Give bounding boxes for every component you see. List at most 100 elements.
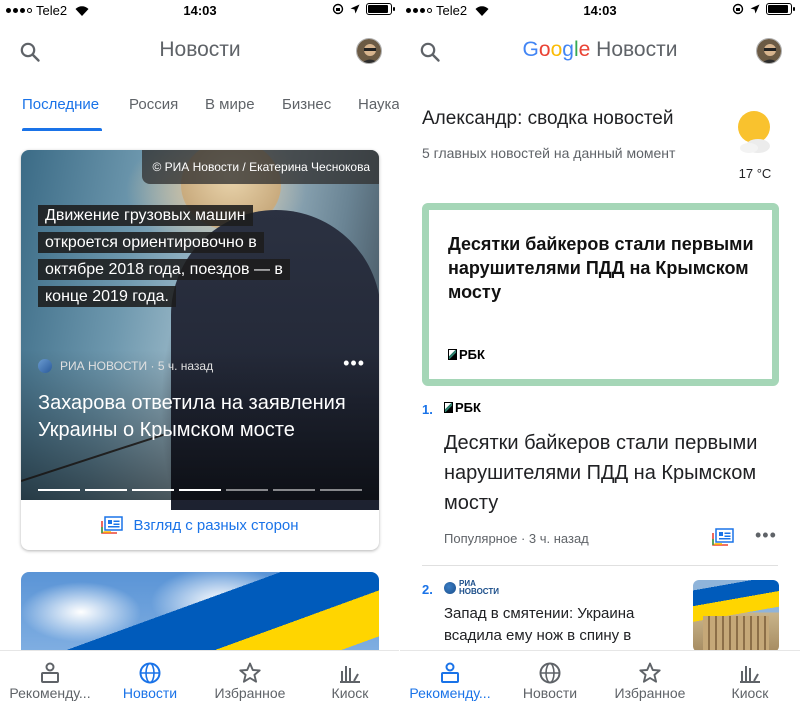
- location-icon: [750, 4, 760, 14]
- perspectives-button[interactable]: Взгляд с разных сторон: [21, 500, 379, 550]
- hero-headline[interactable]: Захарова ответила на заявления Украины о…: [38, 390, 358, 444]
- rotation-lock-icon: [732, 3, 744, 15]
- status-bar: Tele2 14:03: [0, 0, 400, 22]
- partly-cloudy-icon[interactable]: [734, 110, 774, 154]
- ria-logo-icon: [38, 359, 52, 373]
- briefing-title: Александр: сводка новостей: [422, 108, 674, 129]
- hero-source: РИА НОВОСТИ: [60, 359, 148, 373]
- nav-newsstand[interactable]: Киоск: [300, 651, 400, 711]
- nav-newsstand-label: Киоск: [731, 685, 769, 701]
- more-options-icon[interactable]: •••: [755, 525, 777, 546]
- rotation-lock-icon: [332, 3, 344, 15]
- section-tabs: Последние Россия В мире Бизнес Наука: [0, 90, 400, 132]
- google-news-logo: Google Новости: [400, 38, 800, 62]
- rbk-logo-icon: [448, 349, 457, 360]
- star-icon: [639, 662, 661, 683]
- carousel-dot[interactable]: [179, 489, 221, 491]
- story-1-tag: Популярное: [444, 531, 518, 546]
- briefing-subtitle: 5 главных новостей на данный момент: [422, 145, 676, 161]
- divider: [422, 565, 778, 566]
- temperature: 17 °C: [738, 166, 772, 181]
- nav-favorites-label: Избранное: [214, 685, 286, 701]
- nav-for-you-label: Рекоменду...: [409, 685, 491, 701]
- nav-newsstand[interactable]: Киоск: [700, 651, 800, 711]
- perspectives-icon[interactable]: [712, 528, 734, 546]
- nav-for-you[interactable]: Рекоменду...: [0, 651, 100, 711]
- hero-story-card[interactable]: © РИА Новости / Екатерина Чеснокова Движ…: [21, 150, 379, 550]
- star-icon: [239, 662, 261, 683]
- news-wordmark: Новости: [596, 38, 678, 61]
- perspectives-icon: [101, 516, 124, 534]
- carousel-dot[interactable]: [273, 489, 315, 491]
- tab-latest[interactable]: Последние: [22, 96, 99, 113]
- story-2-thumbnail[interactable]: [693, 580, 779, 652]
- story-1-source: РБК: [455, 400, 481, 415]
- phone-screen-left: Tele2 14:03 Новости Последние Россия В м…: [0, 0, 400, 711]
- for-you-icon: [441, 662, 459, 683]
- phone-screen-right: Tele2 14:03 Google Новости Александр: св…: [400, 0, 800, 711]
- tab-russia[interactable]: Россия: [129, 96, 178, 113]
- hero-quote-text: Движение грузовых машин откроется ориент…: [38, 205, 290, 307]
- nav-for-you[interactable]: Рекоменду...: [400, 651, 500, 711]
- newsstand-icon: [740, 666, 760, 683]
- hero-source-row: РИА НОВОСТИ · 5 ч. назад: [38, 359, 213, 373]
- nav-favorites[interactable]: Избранное: [200, 651, 300, 711]
- rbk-logo: РБК: [444, 400, 481, 415]
- status-icons: [332, 3, 395, 15]
- tab-world[interactable]: В мире: [205, 96, 255, 113]
- nav-headlines-label: Новости: [522, 685, 578, 701]
- carousel-indicator: [38, 489, 362, 491]
- featured-source: РБК: [459, 347, 485, 362]
- nav-headlines-label: Новости: [122, 685, 178, 701]
- battery-icon: [366, 3, 395, 15]
- bottom-navigation: Рекоменду... Новости Избранное Киоск: [0, 650, 400, 711]
- nav-favorites[interactable]: Избранное: [600, 651, 700, 711]
- story-1-time: 3 ч. назад: [528, 531, 589, 546]
- ria-logo-text: РИА НОВОСТИ: [459, 579, 500, 596]
- photo-credit: © РИА Новости / Екатерина Чеснокова: [142, 150, 379, 184]
- ria-logo-icon: [444, 582, 456, 594]
- status-bar: Tele2 14:03: [400, 0, 800, 22]
- nav-headlines[interactable]: Новости: [100, 651, 200, 711]
- perspectives-label: Взгляд с разных сторон: [133, 516, 299, 534]
- battery-icon: [766, 3, 795, 15]
- tab-business[interactable]: Бизнес: [282, 96, 331, 113]
- featured-headline: Десятки байкеров стали первыми нарушител…: [448, 234, 754, 302]
- carousel-dot[interactable]: [132, 489, 174, 491]
- story-2-headline[interactable]: Запад в смятении: Украина всадила ему но…: [444, 603, 669, 647]
- globe-icon: [139, 662, 161, 684]
- carousel-dot[interactable]: [38, 489, 80, 491]
- page-title: Новости: [159, 38, 241, 61]
- for-you-icon: [41, 662, 59, 683]
- carousel-dot[interactable]: [85, 489, 127, 491]
- newsstand-icon: [340, 666, 360, 683]
- story-1-meta: Популярное · 3 ч. назад: [444, 531, 589, 546]
- app-bar: Новости: [0, 28, 400, 74]
- more-options-icon[interactable]: •••: [343, 353, 365, 374]
- story-number: 1.: [422, 402, 433, 417]
- ria-logo: РИА НОВОСТИ: [444, 580, 499, 596]
- rbk-logo: РБК: [448, 347, 485, 362]
- carousel-dot[interactable]: [320, 489, 362, 491]
- nav-for-you-label: Рекоменду...: [9, 685, 91, 701]
- nav-favorites-label: Избранное: [614, 685, 686, 701]
- globe-icon: [539, 662, 561, 684]
- app-bar: Google Новости: [400, 28, 800, 74]
- rbk-logo-icon: [444, 402, 453, 413]
- hero-time: 5 ч. назад: [157, 359, 214, 373]
- status-icons: [732, 3, 795, 15]
- avatar[interactable]: [356, 38, 382, 64]
- tab-science[interactable]: Наука: [358, 96, 400, 113]
- featured-story-card[interactable]: Десятки байкеров стали первыми нарушител…: [422, 203, 779, 386]
- google-wordmark: Google: [522, 38, 591, 61]
- carousel-dot[interactable]: [226, 489, 268, 491]
- story-1-headline[interactable]: Десятки байкеров стали первыми нарушител…: [444, 428, 789, 518]
- active-tab-indicator: [22, 128, 102, 131]
- hero-quote: Движение грузовых машин откроется ориент…: [38, 202, 318, 310]
- nav-headlines[interactable]: Новости: [500, 651, 600, 711]
- location-icon: [350, 4, 360, 14]
- bottom-navigation: Рекоменду... Новости Избранное Киоск: [400, 650, 800, 711]
- story-number: 2.: [422, 582, 433, 597]
- avatar[interactable]: [756, 38, 782, 64]
- nav-newsstand-label: Киоск: [331, 685, 369, 701]
